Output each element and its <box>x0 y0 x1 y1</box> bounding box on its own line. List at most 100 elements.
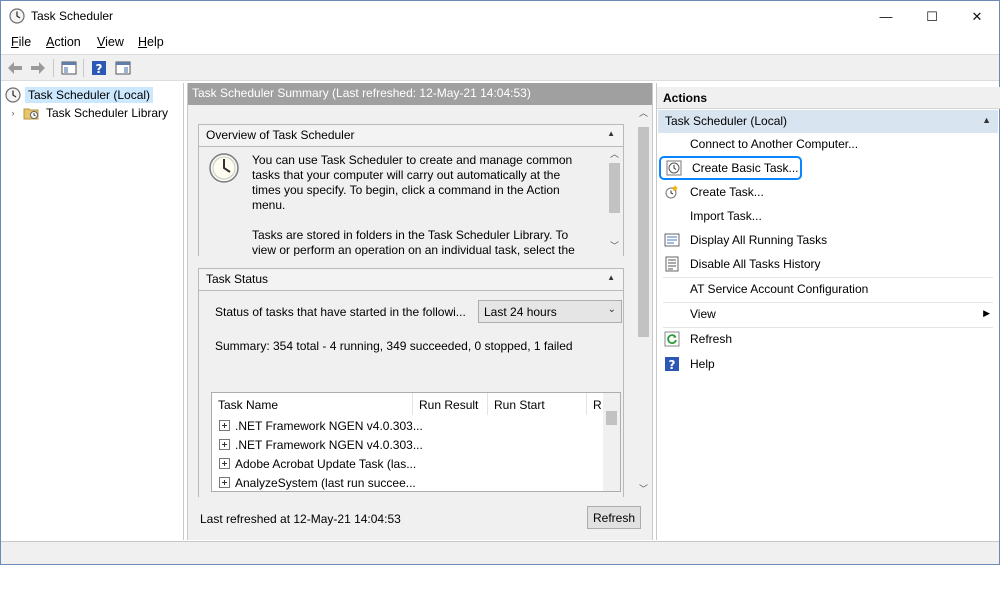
help-icon: ? <box>664 356 680 372</box>
status-period-label: Status of tasks that have started in the… <box>215 305 466 319</box>
scroll-thumb[interactable] <box>638 127 649 337</box>
overview-section-header[interactable]: Overview of Task Scheduler ▲ <box>198 124 624 147</box>
menu-file-rest: ile <box>18 35 32 49</box>
action-label: AT Service Account Configuration <box>690 282 869 296</box>
action-display-running-tasks[interactable]: Display All Running Tasks <box>658 229 998 251</box>
task-status-section-header[interactable]: Task Status ▲ <box>198 268 624 291</box>
action-label: Disable All Tasks History <box>690 257 821 271</box>
action-label: View <box>690 307 716 321</box>
action-at-service-account[interactable]: AT Service Account Configuration <box>658 278 998 300</box>
column-header-task-name[interactable]: Task Name <box>212 393 413 415</box>
last-refreshed-text: Last refreshed at 12-May-21 14:04:53 <box>200 512 401 526</box>
close-button[interactable]: ✕ <box>954 1 1000 32</box>
task-name: Adobe Acrobat Update Task (las... <box>235 456 417 471</box>
toolbar: ? <box>1 54 999 81</box>
expand-plus-icon[interactable] <box>219 420 230 431</box>
tree-item-label: Task Scheduler Library <box>46 106 169 120</box>
menu-view[interactable]: View <box>97 35 124 49</box>
scroll-down-icon[interactable]: ﹀ <box>606 239 623 253</box>
clock-icon <box>5 87 21 103</box>
console-tree: Task Scheduler (Local) › Task Scheduler … <box>1 83 184 540</box>
scroll-down-icon[interactable]: ﹀ <box>635 481 652 497</box>
task-name: .NET Framework NGEN v4.0.303... <box>235 418 423 433</box>
task-status-section-title: Task Status <box>206 272 269 286</box>
clock-icon <box>208 152 240 184</box>
action-refresh[interactable]: Refresh <box>658 328 998 350</box>
action-disable-tasks-history[interactable]: Disable All Tasks History <box>658 253 998 275</box>
expand-plus-icon[interactable] <box>219 439 230 450</box>
action-view[interactable]: View ▶ <box>658 303 998 325</box>
collapse-up-icon[interactable]: ▲ <box>607 129 615 138</box>
task-name: .NET Framework NGEN v4.0.303... <box>235 437 423 452</box>
basic-task-icon <box>666 160 682 176</box>
clock-icon <box>9 8 25 24</box>
column-header-run-result[interactable]: Run Result <box>413 393 488 415</box>
overview-scrollbar[interactable]: ︿ ﹀ <box>606 147 623 254</box>
overview-section-title: Overview of Task Scheduler <box>206 128 355 142</box>
action-create-task[interactable]: Create Task... <box>658 181 998 203</box>
toolbar-separator <box>53 59 54 77</box>
running-tasks-icon <box>664 232 680 248</box>
task-status-section-body: Status of tasks that have started in the… <box>198 291 624 497</box>
action-label: Connect to Another Computer... <box>690 137 859 151</box>
overview-paragraph: You can use Task Scheduler to create and… <box>252 153 573 212</box>
menu-action-rest: ction <box>54 35 81 49</box>
show-hide-console-tree-icon[interactable] <box>59 58 79 78</box>
menu-action[interactable]: Action <box>46 35 81 49</box>
table-row[interactable]: AnalyzeSystem (last run succee... <box>212 473 602 491</box>
table-row[interactable]: Adobe Acrobat Update Task (las... <box>212 454 602 473</box>
folder-clock-icon <box>23 105 39 121</box>
scroll-thumb[interactable] <box>609 163 620 213</box>
expand-plus-icon[interactable] <box>219 458 230 469</box>
menu-help[interactable]: Help <box>138 35 164 49</box>
action-label: Import Task... <box>690 209 762 223</box>
scroll-thumb[interactable] <box>606 411 617 425</box>
action-import-task[interactable]: Import Task... <box>658 205 998 227</box>
status-bar <box>1 541 999 564</box>
chevron-right-icon[interactable]: › <box>7 108 19 118</box>
task-summary: Summary: 354 total - 4 running, 349 succ… <box>215 339 573 353</box>
collapse-up-icon[interactable]: ▲ <box>982 115 991 125</box>
history-icon <box>664 256 680 272</box>
window-title: Task Scheduler <box>31 9 114 23</box>
action-label: Help <box>690 357 715 371</box>
chevron-down-icon: ⌄ <box>607 304 616 315</box>
action-help[interactable]: ? Help <box>658 353 998 375</box>
actions-pane: Actions Task Scheduler (Local) ▲ Connect… <box>656 83 1000 540</box>
action-connect-computer[interactable]: Connect to Another Computer... <box>658 133 998 155</box>
menu-view-rest: iew <box>105 35 124 49</box>
task-status-table: Task Name Run Result Run Start R .NET Fr… <box>211 392 621 492</box>
help-icon[interactable]: ? <box>89 58 109 78</box>
maximize-button[interactable]: ☐ <box>909 1 955 32</box>
status-period-select[interactable]: Last 24 hours ⌄ <box>478 300 622 323</box>
menu-file[interactable]: File <box>11 35 31 49</box>
action-create-basic-task[interactable]: Create Basic Task... <box>659 156 802 180</box>
column-header-run-start[interactable]: Run Start <box>488 393 587 415</box>
menu-help-mnemonic: H <box>138 35 148 49</box>
tree-item-label: Task Scheduler (Local) <box>25 87 154 103</box>
tree-item-task-scheduler-local[interactable]: Task Scheduler (Local) <box>5 86 154 104</box>
refresh-button[interactable]: Refresh <box>587 506 641 529</box>
scroll-up-icon[interactable]: ︿ <box>635 105 652 121</box>
summary-header: Task Scheduler Summary (Last refreshed: … <box>188 83 652 105</box>
actions-group-title: Task Scheduler (Local) <box>665 114 788 128</box>
forward-arrow-icon[interactable] <box>28 58 48 78</box>
action-label: Create Basic Task... <box>692 161 799 175</box>
menu-view-mnemonic: V <box>97 35 106 49</box>
menu-file-mnemonic: F <box>11 35 19 49</box>
summary-pane: Task Scheduler Summary (Last refreshed: … <box>187 83 653 540</box>
action-label: Refresh <box>690 332 733 346</box>
expand-plus-icon[interactable] <box>219 477 230 488</box>
collapse-up-icon[interactable]: ▲ <box>607 273 615 282</box>
table-row[interactable]: .NET Framework NGEN v4.0.303... <box>212 435 602 454</box>
table-scrollbar[interactable] <box>603 393 620 491</box>
minimize-button[interactable]: — <box>863 1 909 32</box>
tree-item-task-scheduler-library[interactable]: › Task Scheduler Library <box>7 104 171 122</box>
actions-group-header[interactable]: Task Scheduler (Local) ▲ <box>658 110 998 133</box>
show-hide-action-pane-icon[interactable] <box>113 58 133 78</box>
table-row[interactable]: .NET Framework NGEN v4.0.303... <box>212 416 602 435</box>
back-arrow-icon[interactable] <box>5 58 25 78</box>
scroll-up-icon[interactable]: ︿ <box>606 147 623 161</box>
summary-scrollbar[interactable]: ︿ ﹀ <box>635 105 652 497</box>
summary-footer: Last refreshed at 12-May-21 14:04:53 Ref… <box>188 497 652 540</box>
